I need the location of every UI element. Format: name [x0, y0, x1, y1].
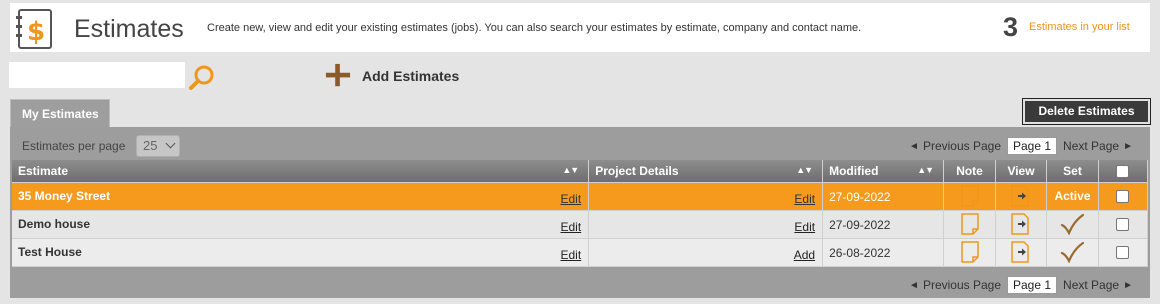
table-row[interactable]: Demo house Edit Edit 27-09-2022	[12, 210, 1149, 239]
estimate-count: 3	[1003, 12, 1019, 42]
previous-arrow-icon: ◄	[909, 140, 919, 152]
modified-cell: 27-09-2022	[822, 210, 945, 239]
active-status: Active	[1054, 189, 1091, 203]
table-row[interactable]: Test House Edit Add 26-08-2022	[12, 238, 1149, 267]
page-description: Create new, view and edit your existing …	[207, 22, 862, 34]
view-cell[interactable]	[995, 182, 1047, 211]
checkmark-icon[interactable]	[1060, 213, 1085, 235]
current-page: Page 1	[1007, 276, 1058, 294]
add-estimates-label: Add Estimates	[362, 68, 460, 84]
sort-icon[interactable]: ▲▼	[917, 165, 934, 175]
next-page-link[interactable]: Next Page	[1063, 139, 1119, 153]
col-header-set: Set	[1046, 160, 1099, 183]
edit-estimate-link[interactable]: Edit	[561, 220, 582, 234]
col-header-project[interactable]: Project Details ▲▼	[588, 160, 824, 183]
project-details-link[interactable]: Edit	[794, 220, 815, 234]
row-checkbox[interactable]	[1116, 246, 1130, 260]
add-estimates-button[interactable]: Add Estimates	[324, 63, 459, 89]
col-header-select-all[interactable]	[1098, 160, 1149, 183]
note-icon[interactable]	[960, 185, 979, 207]
select-all-checkbox[interactable]	[1116, 164, 1130, 178]
view-icon[interactable]	[1011, 213, 1031, 235]
next-arrow-icon: ►	[1123, 279, 1133, 291]
note-cell[interactable]	[943, 210, 997, 239]
search-icon[interactable]	[188, 63, 216, 91]
sort-icon[interactable]: ▲▼	[562, 165, 579, 175]
svg-text:$: $	[27, 17, 45, 47]
search-input[interactable]	[9, 62, 185, 88]
estimate-name[interactable]: Test House	[18, 245, 82, 259]
modified-cell: 27-09-2022	[822, 182, 945, 211]
estimates-table: Estimate ▲▼ Project Details ▲▼ Modified ▲▼ …	[12, 160, 1149, 267]
set-cell: Active	[1046, 182, 1099, 211]
tab-my-estimates[interactable]: My Estimates	[10, 99, 110, 128]
per-page-select[interactable]: 25	[136, 135, 180, 157]
view-icon[interactable]	[1011, 185, 1031, 207]
delete-estimates-button[interactable]: Delete Estimates	[1022, 98, 1151, 125]
previous-page-link[interactable]: Previous Page	[923, 278, 1001, 292]
estimates-logo-icon: $	[16, 9, 52, 49]
estimate-cell: Demo house Edit	[12, 210, 590, 239]
next-page-link[interactable]: Next Page	[1063, 278, 1119, 292]
page-title: Estimates	[74, 15, 184, 43]
estimates-panel: Estimates per page 25 ◄ Previous Page Pa…	[10, 127, 1150, 298]
table-header-row: Estimate ▲▼ Project Details ▲▼ Modified ▲▼ …	[12, 160, 1149, 183]
previous-page-link[interactable]: Previous Page	[923, 139, 1001, 153]
note-cell[interactable]	[943, 238, 997, 267]
col-header-view: View	[995, 160, 1047, 183]
col-header-modified[interactable]: Modified ▲▼	[822, 160, 945, 183]
modified-date: 26-08-2022	[829, 245, 891, 260]
estimate-cell: Test House Edit	[12, 238, 590, 267]
select-cell[interactable]	[1098, 238, 1149, 267]
select-cell[interactable]	[1098, 210, 1149, 239]
chevron-down-icon	[165, 138, 176, 149]
modified-date: 27-09-2022	[829, 189, 891, 204]
pager-bottom: ◄ Previous Page Page 1 Next Page ►	[905, 276, 1137, 294]
per-page-label: Estimates per page	[22, 139, 126, 153]
col-header-estimate[interactable]: Estimate ▲▼	[12, 160, 590, 183]
current-page: Page 1	[1007, 137, 1058, 155]
estimate-count-label: Estimates in your list	[1029, 21, 1130, 33]
project-cell: Add	[588, 238, 824, 267]
row-checkbox[interactable]	[1116, 218, 1130, 232]
set-cell[interactable]	[1046, 210, 1099, 239]
set-cell[interactable]	[1046, 238, 1099, 267]
plus-icon	[325, 63, 351, 87]
project-details-link[interactable]: Edit	[794, 192, 815, 206]
checkmark-icon[interactable]	[1060, 241, 1085, 263]
tab-bar: My Estimates Delete Estimates	[10, 98, 1151, 128]
estimate-name[interactable]: 35 Money Street	[18, 189, 110, 203]
modified-cell: 26-08-2022	[822, 238, 945, 267]
sort-icon[interactable]: ▲▼	[796, 165, 813, 175]
view-cell[interactable]	[995, 238, 1047, 267]
page-header: $ Estimates Create new, view and edit yo…	[10, 3, 1150, 52]
edit-estimate-link[interactable]: Edit	[561, 248, 582, 262]
project-cell: Edit	[588, 210, 824, 239]
note-icon[interactable]	[960, 213, 979, 235]
note-icon[interactable]	[960, 241, 979, 263]
estimate-cell: 35 Money Street Edit	[12, 182, 590, 211]
previous-arrow-icon: ◄	[909, 279, 919, 291]
row-checkbox[interactable]	[1116, 190, 1130, 204]
project-cell: Edit	[588, 182, 824, 211]
modified-date: 27-09-2022	[829, 217, 891, 232]
note-cell[interactable]	[943, 182, 997, 211]
view-cell[interactable]	[995, 210, 1047, 239]
edit-estimate-link[interactable]: Edit	[561, 192, 582, 206]
next-arrow-icon: ►	[1123, 140, 1133, 152]
pager-top: ◄ Previous Page Page 1 Next Page ►	[905, 137, 1137, 155]
col-header-note: Note	[943, 160, 997, 183]
select-cell[interactable]	[1098, 182, 1149, 211]
estimate-name[interactable]: Demo house	[18, 217, 90, 231]
project-details-link[interactable]: Add	[794, 248, 815, 262]
view-icon[interactable]	[1011, 241, 1031, 263]
per-page-value: 25	[143, 138, 158, 153]
table-row[interactable]: 35 Money Street Edit Edit 27-09-2022 Act…	[12, 182, 1149, 211]
